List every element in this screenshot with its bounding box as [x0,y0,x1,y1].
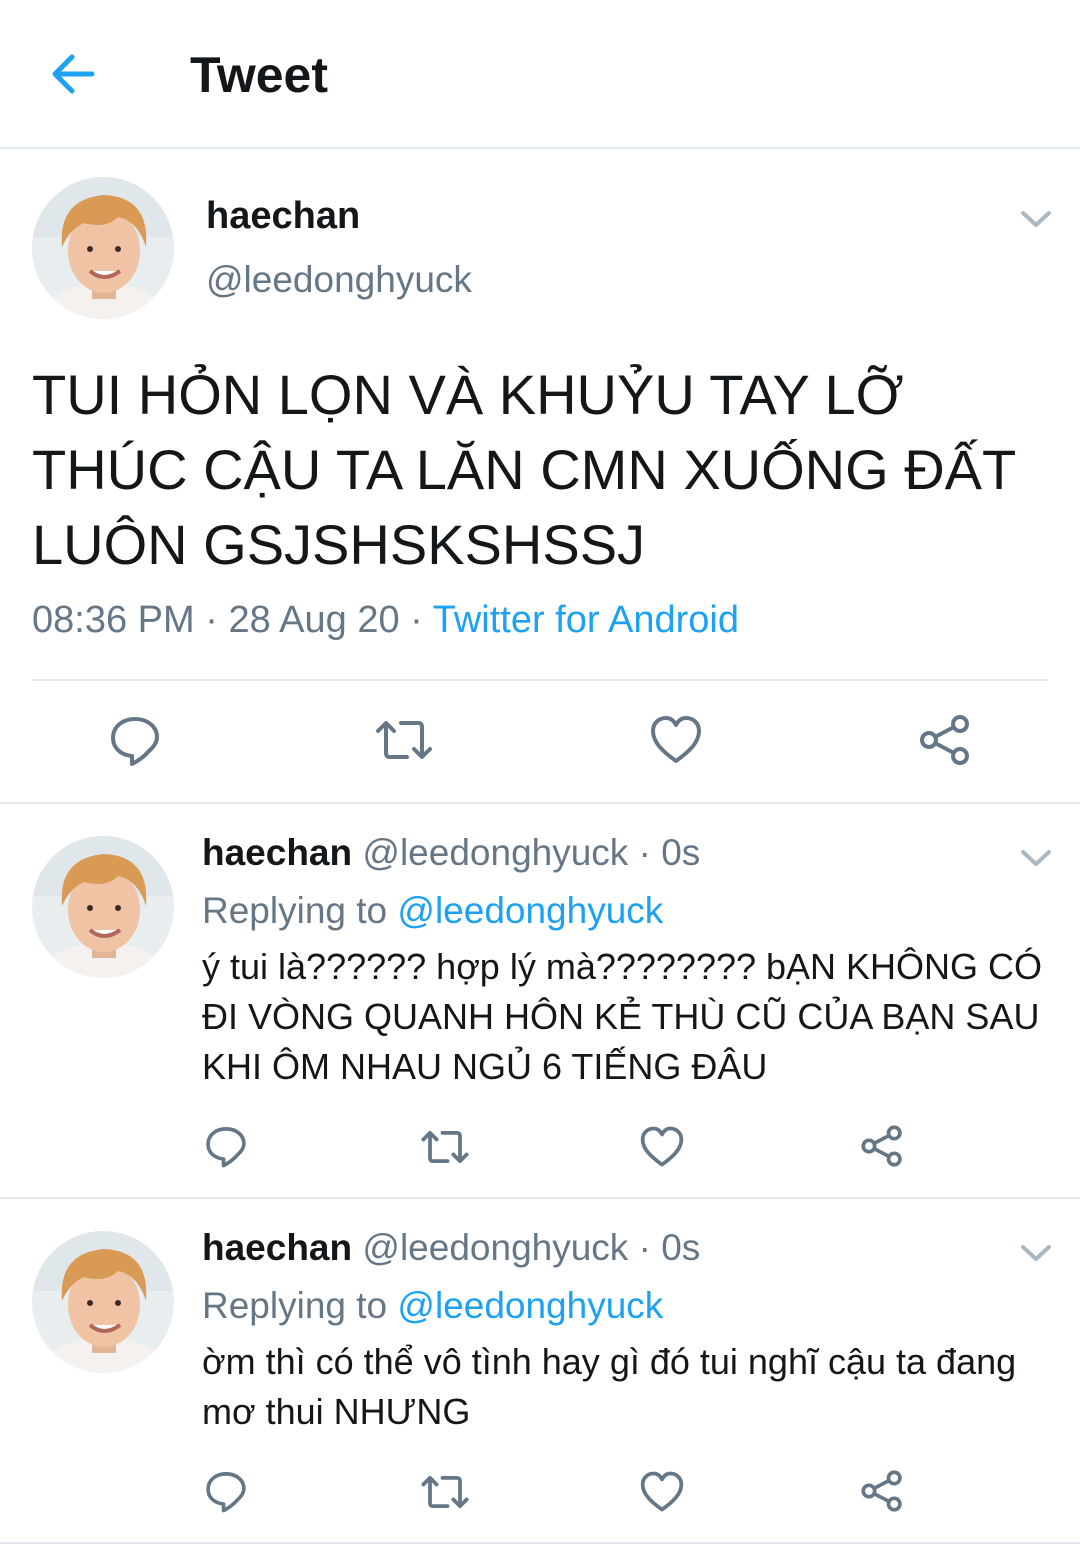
chevron-down-icon [1021,1245,1051,1261]
tweet-metadata: 08:36 PM · 28 Aug 20 · Twitter for Andro… [32,599,739,642]
app-header: Tweet [0,0,1080,149]
avatar[interactable] [32,1231,174,1373]
tweet-time: 08:36 PM [32,599,195,641]
reply-header: haechan @leedonghyuck · 0s [202,1227,700,1269]
replying-to: Replying to @leedonghyuck [202,890,663,932]
share-icon [861,1470,902,1512]
share-button[interactable] [918,713,972,767]
comment-icon [206,1472,246,1513]
comment-icon [206,1127,246,1168]
retweet-button[interactable] [420,1471,470,1513]
page-title: Tweet [190,47,328,103]
like-button[interactable] [640,1471,684,1513]
main-tweet: haechan @leedonghyuck TUI HỎN LỌN VÀ KHU… [0,149,1080,804]
like-button[interactable] [640,1126,684,1168]
retweet-icon [376,721,432,759]
like-button[interactable] [650,715,702,765]
tweet-date: 28 Aug 20 [228,599,400,641]
tweet-text: ý tui là?????? hợp lý mà???????? bẠN KHÔ… [202,946,1043,1087]
tweet-text: TUI HỎN LỌN VÀ KHUỶU TAY LỠ THÚC CẬU TA … [32,363,1016,576]
mention-link[interactable]: @leedonghyuck [397,890,663,931]
chevron-down-icon [1021,850,1051,866]
author-name[interactable]: haechan [202,832,352,873]
replying-to: Replying to @leedonghyuck [202,1285,663,1327]
tweet-text: ờm thì có thể vô tình hay gì đó tui nghĩ… [202,1341,1017,1432]
tweet-source-link[interactable]: Twitter for Android [433,599,739,641]
more-button[interactable] [1018,846,1054,870]
replying-label: Replying to [202,890,388,931]
author-handle[interactable]: @leedonghyuck [362,1227,628,1268]
reply-header: haechan @leedonghyuck · 0s [202,832,700,874]
retweet-button[interactable] [374,715,434,765]
heart-icon [640,1471,684,1512]
chevron-down-icon [1021,211,1051,227]
reply-button[interactable] [204,1124,248,1168]
reply-time: · 0s [638,1227,701,1268]
author-name[interactable]: haechan [202,1227,352,1268]
meta-separator: · [399,599,433,641]
avatar[interactable] [32,177,174,319]
back-button[interactable] [48,50,100,98]
comment-icon [111,717,159,766]
author-handle[interactable]: @leedonghyuck [206,259,472,301]
retweet-icon [421,1130,469,1164]
share-icon [861,1125,902,1167]
reply-tweet[interactable]: haechan @leedonghyuck · 0s Replying to @… [0,804,1080,1199]
share-button[interactable] [860,1124,904,1168]
mention-link[interactable]: @leedonghyuck [397,1285,663,1326]
arrow-left-icon [52,54,95,94]
replying-label: Replying to [202,1285,388,1326]
retweet-icon [421,1475,469,1509]
more-button[interactable] [1018,1241,1054,1265]
divider [32,679,1048,681]
author-handle[interactable]: @leedonghyuck [362,832,628,873]
reply-tweet[interactable]: haechan @leedonghyuck · 0s Replying to @… [0,1199,1080,1544]
heart-icon [651,716,701,763]
avatar[interactable] [32,836,174,978]
heart-icon [640,1126,684,1167]
share-button[interactable] [860,1469,904,1513]
share-icon [920,715,969,765]
meta-separator: · [194,599,229,641]
retweet-button[interactable] [420,1126,470,1168]
reply-time: · 0s [638,832,701,873]
reply-button[interactable] [108,713,162,767]
reply-button[interactable] [204,1469,248,1513]
author-name[interactable]: haechan [206,195,360,238]
more-button[interactable] [1018,207,1054,231]
